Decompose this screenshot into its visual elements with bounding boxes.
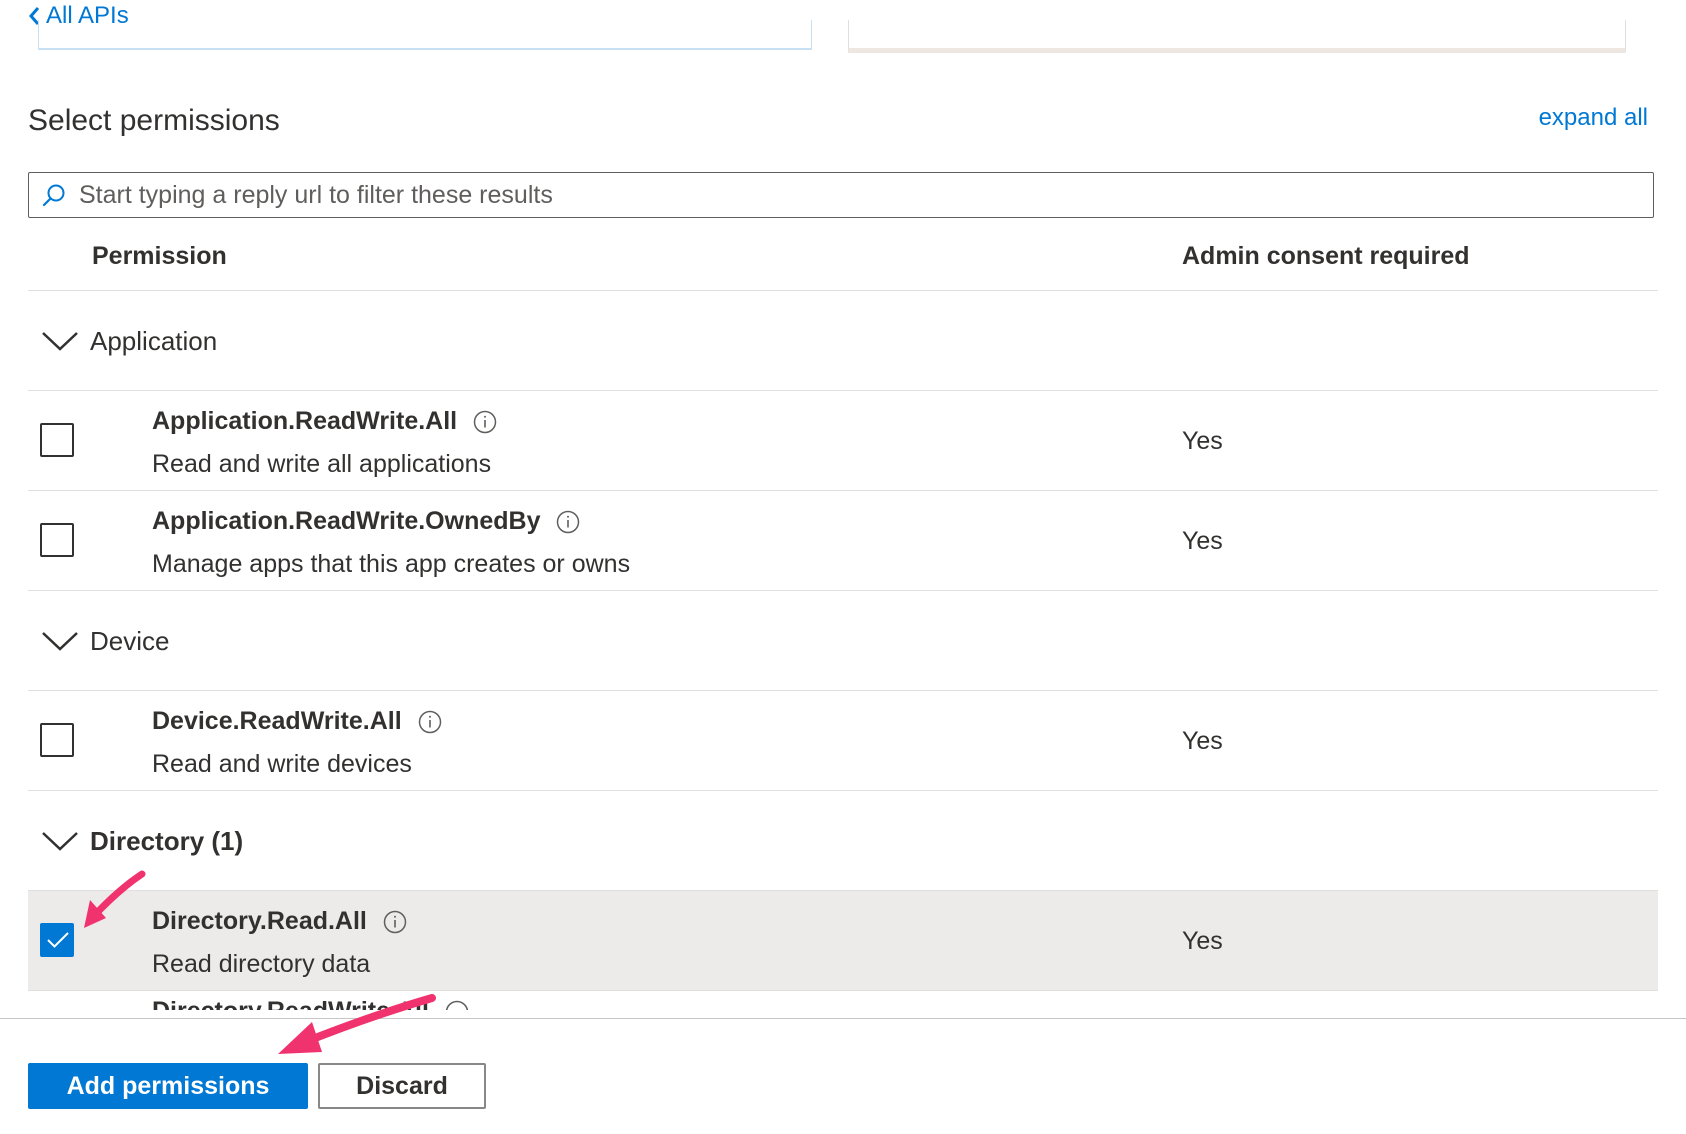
api-card-right [848, 20, 1626, 53]
permission-row-selected: Directory.Read.All Read directory data Y… [28, 891, 1658, 991]
footer-bar: Add permissions Discard [0, 1018, 1686, 1134]
section-title: Select permissions [28, 104, 280, 137]
search-icon [42, 184, 65, 207]
permission-checkbox[interactable] [40, 523, 74, 557]
group-label: Directory (1) [90, 825, 244, 856]
table-header: Permission Admin consent required [28, 228, 1658, 291]
chevron-down-icon [42, 832, 78, 851]
expand-all-link[interactable]: expand all [1539, 104, 1648, 132]
info-icon[interactable] [556, 510, 580, 534]
permission-checkbox[interactable] [40, 723, 74, 757]
permission-name: Directory.ReadWrite.All [152, 997, 429, 1010]
chevron-down-icon [42, 332, 78, 351]
permission-row-partial: Directory.ReadWrite.All [152, 996, 469, 1010]
permission-description: Read directory data [152, 950, 371, 978]
info-icon[interactable] [383, 910, 407, 934]
permission-name: Device.ReadWrite.All [152, 707, 402, 735]
group-device[interactable]: Device [28, 592, 1658, 691]
permission-description: Read and write devices [152, 750, 412, 778]
permission-name: Application.ReadWrite.All [152, 407, 458, 435]
info-icon[interactable] [418, 710, 442, 734]
permission-checkbox[interactable] [40, 423, 74, 457]
filter-input[interactable] [77, 179, 1653, 211]
permission-checkbox-checked[interactable] [40, 923, 74, 957]
group-label: Application [90, 325, 218, 356]
permission-name: Directory.Read.All [152, 907, 367, 935]
filter-box[interactable] [28, 172, 1654, 218]
group-label: Device [90, 625, 170, 656]
permission-row: Application.ReadWrite.OwnedBy Manage app… [28, 491, 1658, 591]
discard-button[interactable]: Discard [318, 1063, 486, 1109]
request-api-permissions-panel: All APIs Select permissions expand all P… [0, 0, 1686, 1134]
info-icon[interactable] [445, 1000, 469, 1011]
add-permissions-button[interactable]: Add permissions [28, 1063, 308, 1109]
column-header-admin-consent: Admin consent required [1182, 242, 1470, 270]
permission-description: Read and write all applications [152, 450, 492, 478]
permission-row: Device.ReadWrite.All Read and write devi… [28, 691, 1658, 791]
api-card-left [38, 20, 812, 50]
admin-consent-value: Yes [1182, 927, 1223, 955]
checkmark-icon [47, 932, 69, 948]
column-header-permission: Permission [92, 242, 227, 270]
permission-row: Application.ReadWrite.All Read and write… [28, 391, 1658, 491]
admin-consent-value: Yes [1182, 427, 1223, 455]
chevron-down-icon [42, 632, 78, 651]
admin-consent-value: Yes [1182, 527, 1223, 555]
permission-description: Manage apps that this app creates or own… [152, 550, 631, 578]
admin-consent-value: Yes [1182, 727, 1223, 755]
permission-name: Application.ReadWrite.OwnedBy [152, 507, 541, 535]
group-application[interactable]: Application [28, 292, 1658, 391]
info-icon[interactable] [473, 410, 497, 434]
group-directory[interactable]: Directory (1) [28, 792, 1658, 891]
